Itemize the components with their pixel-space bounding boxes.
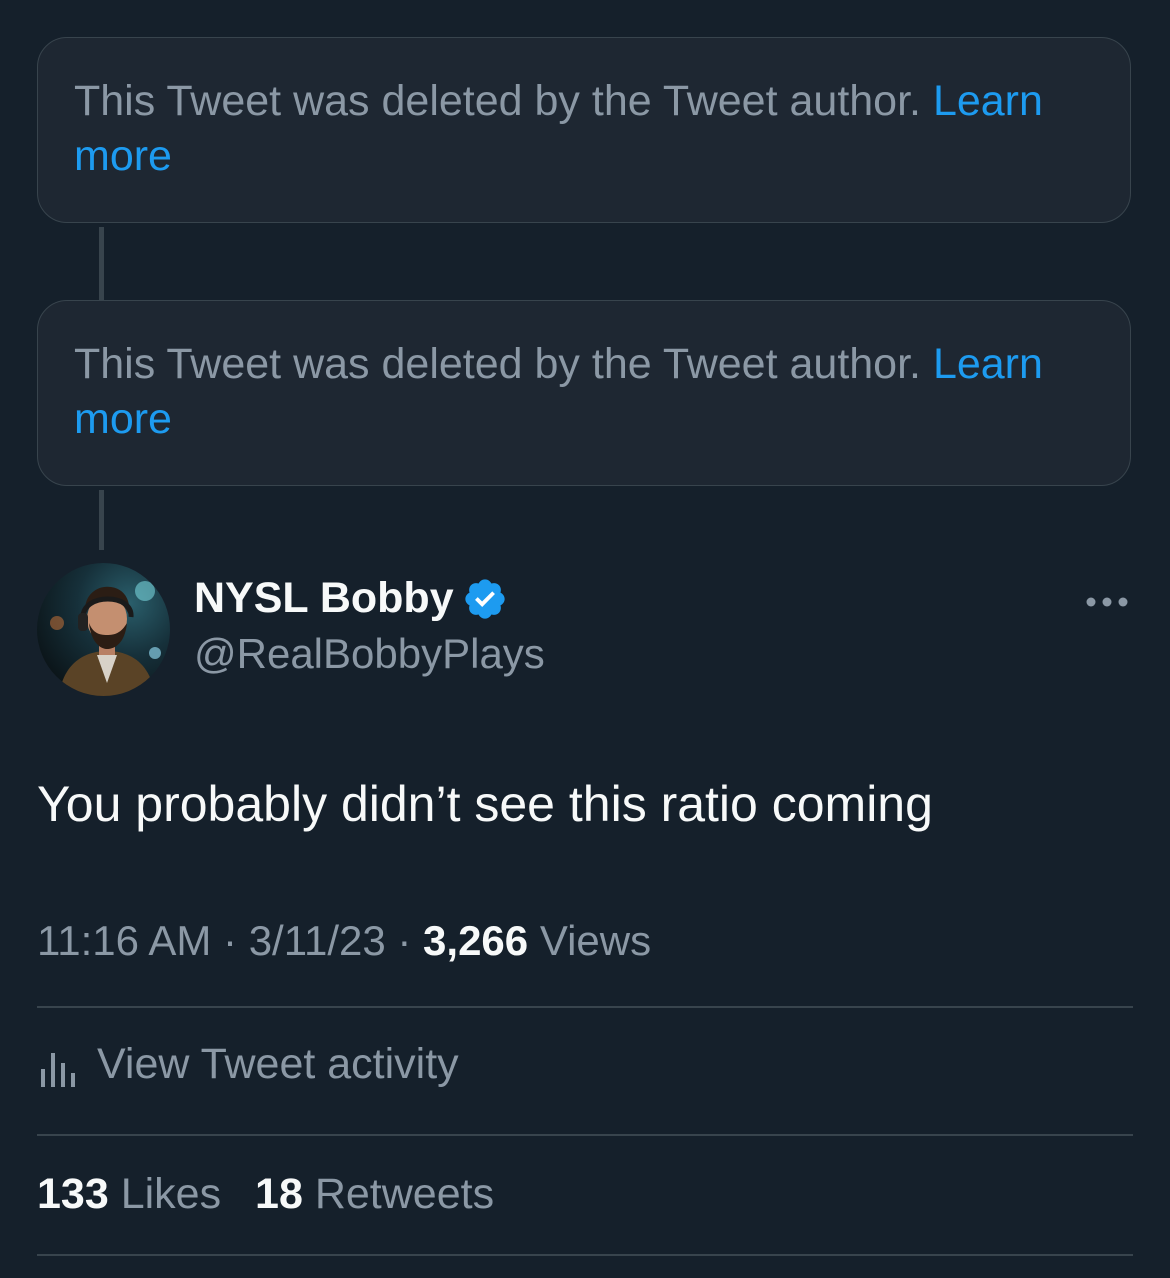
author-name[interactable]: NYSL Bobby [194,574,508,623]
author-display-name: NYSL Bobby [194,574,454,622]
meta-separator: · [223,917,238,964]
deleted-tweet-text: This Tweet was deleted by the Tweet auth… [74,77,921,125]
likes-label: Likes [120,1170,222,1218]
views-label: Views [539,917,652,964]
likes-stat[interactable]: 133 Likes [37,1170,233,1218]
divider [37,1006,1133,1008]
retweets-count: 18 [255,1170,303,1218]
deleted-tweet-notice: This Tweet was deleted by the Tweet auth… [37,300,1131,486]
tweet-text: You probably didn’t see this ratio comin… [37,776,933,832]
tweet-stats: 133 Likes 18 Retweets [37,1170,516,1219]
avatar[interactable] [37,563,170,696]
view-tweet-activity-label: View Tweet activity [97,1040,459,1088]
tweet-time[interactable]: 11:16 AM [37,917,211,964]
divider [37,1134,1133,1136]
thread-connector-line [99,227,104,300]
more-horizontal-icon[interactable] [1083,590,1131,614]
retweets-stat[interactable]: 18 Retweets [255,1170,494,1218]
thread-connector-line [99,490,104,550]
avatar-image [37,563,170,696]
author-handle[interactable]: @RealBobbyPlays [194,630,545,678]
verified-badge-icon [464,578,505,619]
deleted-tweet-text: This Tweet was deleted by the Tweet auth… [74,340,921,388]
bar-chart-icon [41,1052,75,1087]
views-count: 3,266 [423,917,529,964]
divider [37,1254,1133,1256]
tweet-meta: 11:16 AM · 3/11/23 · 3,266 Views [37,917,651,965]
meta-separator: · [397,917,412,964]
likes-count: 133 [37,1170,109,1218]
retweets-label: Retweets [314,1170,495,1218]
view-tweet-activity-button[interactable]: View Tweet activity [37,1040,459,1089]
tweet-date[interactable]: 3/11/23 [249,917,386,964]
deleted-tweet-notice: This Tweet was deleted by the Tweet auth… [37,37,1131,223]
